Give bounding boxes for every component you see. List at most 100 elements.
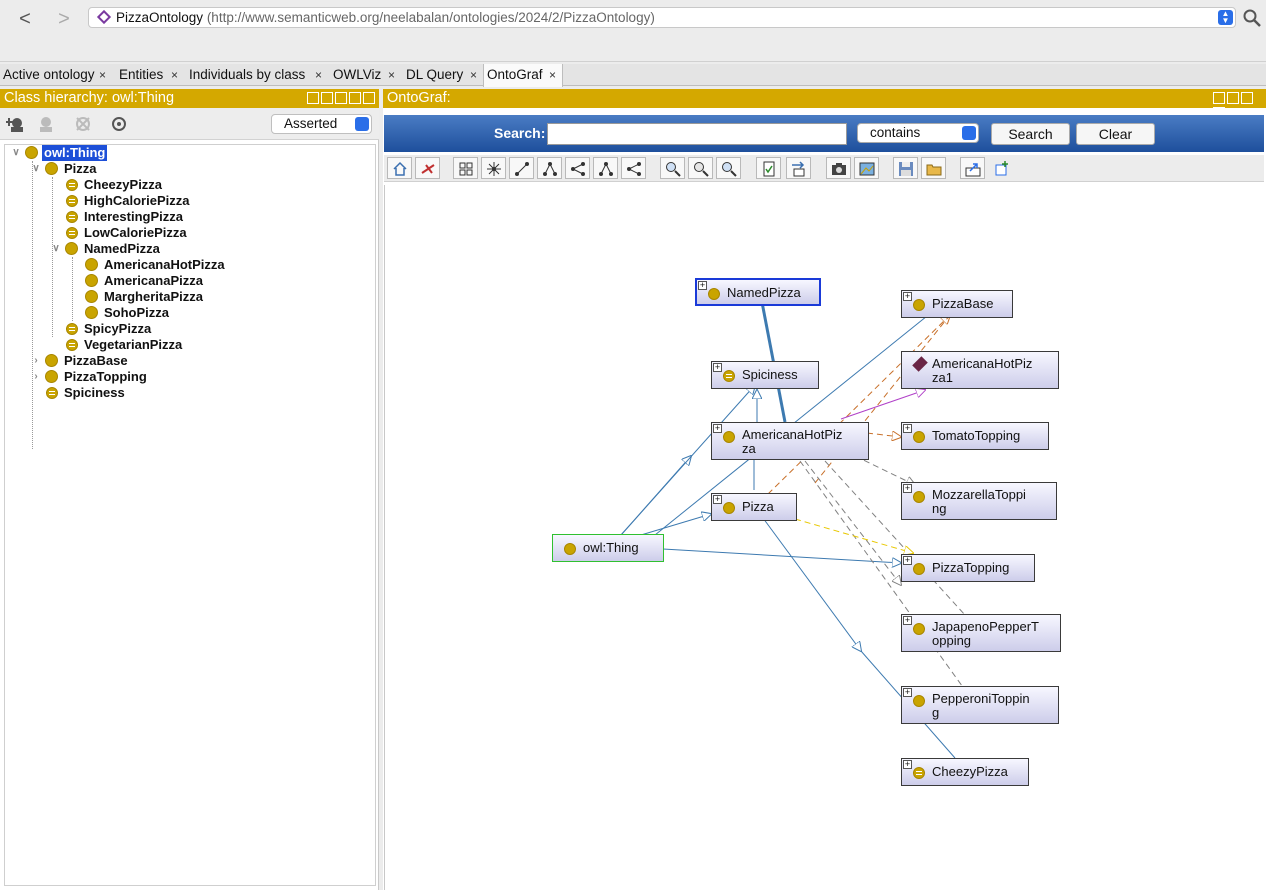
collapsed-icon[interactable]: › [31, 353, 41, 369]
tree-item-pizzatopping[interactable]: › PizzaTopping [31, 369, 371, 385]
tree-item-cheezypizza[interactable]: CheezyPizza [51, 177, 371, 193]
graph-canvas[interactable]: + NamedPizza + Spiciness + AmericanaHotP… [384, 185, 1264, 890]
export-icon[interactable] [960, 157, 985, 179]
expand-node-icon[interactable]: + [903, 424, 912, 433]
spring-layout-icon[interactable] [509, 157, 534, 179]
expanded-icon[interactable]: ∨ [31, 161, 41, 177]
tab-active-ontology[interactable]: Active ontology [0, 64, 95, 86]
collapsed-icon[interactable]: › [31, 369, 41, 385]
tree-item-sohopizza[interactable]: SohoPizza [71, 305, 371, 321]
expand-node-icon[interactable]: + [903, 688, 912, 697]
maximize-icon[interactable] [349, 92, 361, 104]
graph-node-americanahotpizza1[interactable]: AmericanaHotPiz za1 [901, 351, 1059, 389]
search-icon[interactable] [1243, 9, 1261, 27]
tree-item-pizzabase[interactable]: › PizzaBase [31, 353, 371, 369]
match-mode-select[interactable]: contains [857, 123, 979, 143]
expand-node-icon[interactable]: + [713, 424, 722, 433]
graph-node-spiciness[interactable]: + Spiciness [711, 361, 819, 389]
graph-node-namedpizza[interactable]: + NamedPizza [695, 278, 821, 306]
arc-filter-icon[interactable] [786, 157, 811, 179]
clear-button[interactable]: Clear [1076, 123, 1155, 145]
tree-item-pizza[interactable]: ∨ Pizza [31, 161, 371, 177]
close-icon[interactable]: × [315, 64, 322, 86]
minimize-icon[interactable] [1227, 92, 1239, 104]
graph-search-input[interactable] [547, 123, 847, 145]
zoom-fit-icon[interactable] [688, 157, 713, 179]
tree-item-lowcaloriepizza[interactable]: LowCaloriePizza [51, 225, 371, 241]
expand-node-icon[interactable]: + [903, 484, 912, 493]
expand-node-icon[interactable]: + [713, 495, 722, 504]
graph-node-owl-thing[interactable]: owl:Thing [552, 534, 664, 562]
radial-layout-icon[interactable] [481, 157, 506, 179]
maximize-icon[interactable] [1241, 92, 1253, 104]
tree-horizontal-layout-icon[interactable] [565, 157, 590, 179]
node-filter-icon[interactable] [756, 157, 781, 179]
home-icon[interactable] [387, 157, 412, 179]
split-icon[interactable] [1213, 92, 1225, 104]
graph-node-pizzatopping[interactable]: + PizzaTopping [901, 554, 1035, 582]
close-icon[interactable] [363, 92, 375, 104]
tree-item-margheritapizza[interactable]: MargheritaPizza [71, 289, 371, 305]
expanded-icon[interactable]: ∨ [11, 145, 21, 161]
expand-node-icon[interactable]: + [903, 556, 912, 565]
target-icon[interactable] [110, 115, 128, 133]
split-icon[interactable] [321, 92, 333, 104]
graph-node-pepperonitopping[interactable]: + PepperoniToppin g [901, 686, 1059, 724]
close-icon[interactable]: × [171, 64, 178, 86]
tab-individuals-by-class[interactable]: Individuals by class [186, 64, 305, 86]
tree-item-americanapizza[interactable]: AmericanaPizza [71, 273, 371, 289]
graph-node-pizzabase[interactable]: + PizzaBase [901, 290, 1013, 318]
tree-item-label: HighCaloriePizza [84, 193, 190, 208]
tab-entities[interactable]: Entities [116, 64, 163, 86]
open-folder-icon[interactable] [921, 157, 946, 179]
export-image-icon[interactable] [854, 157, 879, 179]
tree-vertical-inverted-layout-icon[interactable] [593, 157, 618, 179]
expanded-icon[interactable]: ∨ [51, 241, 61, 257]
add-sibling-icon[interactable] [37, 115, 55, 133]
save-icon[interactable] [893, 157, 918, 179]
expand-node-icon[interactable]: + [713, 363, 722, 372]
grid-layout-icon[interactable] [453, 157, 478, 179]
close-icon[interactable]: × [99, 64, 106, 86]
tree-vertical-layout-icon[interactable] [537, 157, 562, 179]
minimize-icon[interactable] [335, 92, 347, 104]
tab-dl-query[interactable]: DL Query [403, 64, 463, 86]
expand-node-icon[interactable]: + [903, 616, 912, 625]
forward-button[interactable]: > [53, 8, 75, 30]
tree-item-namedpizza[interactable]: ∨ NamedPizza [51, 241, 371, 257]
tree-item-spiciness[interactable]: Spiciness [31, 385, 371, 401]
url-bar[interactable]: PizzaOntology (http://www.semanticweb.or… [88, 7, 1236, 28]
expand-node-icon[interactable]: + [698, 281, 707, 290]
delete-class-icon[interactable] [74, 115, 92, 133]
url-dropdown-icon[interactable]: ▲ ▼ [1218, 10, 1233, 25]
zoom-out-icon[interactable] [716, 157, 741, 179]
graph-node-americanahotpizza[interactable]: + AmericanaHotPiz za [711, 422, 869, 460]
graph-node-cheezypizza[interactable]: + CheezyPizza [901, 758, 1029, 786]
graph-node-mozzarellatopping[interactable]: + MozzarellaToppi ng [901, 482, 1057, 520]
close-icon[interactable]: × [388, 64, 395, 86]
add-subclass-icon[interactable] [6, 115, 24, 133]
clear-graph-icon[interactable] [415, 157, 440, 179]
graph-node-japapenopeppertopping[interactable]: + JapapenoPepperT opping [901, 614, 1061, 652]
graph-node-pizza[interactable]: + Pizza [711, 493, 797, 521]
add-node-icon[interactable] [990, 157, 1015, 179]
back-button[interactable]: < [14, 8, 36, 30]
close-icon[interactable]: × [549, 64, 556, 86]
expand-node-icon[interactable]: + [903, 760, 912, 769]
tree-item-americanahotpizza[interactable]: AmericanaHotPizza [71, 257, 371, 273]
close-icon[interactable]: × [470, 64, 477, 86]
tree-item-highcaloriepizza[interactable]: HighCaloriePizza [51, 193, 371, 209]
expand-node-icon[interactable]: + [903, 292, 912, 301]
search-button[interactable]: Search [991, 123, 1070, 145]
tree-horizontal-inverted-layout-icon[interactable] [621, 157, 646, 179]
tree-item-interestingpizza[interactable]: InterestingPizza [51, 209, 371, 225]
help-icon[interactable] [307, 92, 319, 104]
tab-owlviz[interactable]: OWLViz [330, 64, 381, 86]
zoom-in-icon[interactable] [660, 157, 685, 179]
camera-icon[interactable] [826, 157, 851, 179]
tree-item-spicypizza[interactable]: SpicyPizza [51, 321, 371, 337]
hierarchy-mode-select[interactable]: Asserted [271, 114, 372, 134]
tree-item-owl-thing[interactable]: ∨ owl:Thing [11, 145, 371, 161]
graph-node-tomatotopping[interactable]: + TomatoTopping [901, 422, 1049, 450]
tree-item-vegetarianpizza[interactable]: VegetarianPizza [51, 337, 371, 353]
